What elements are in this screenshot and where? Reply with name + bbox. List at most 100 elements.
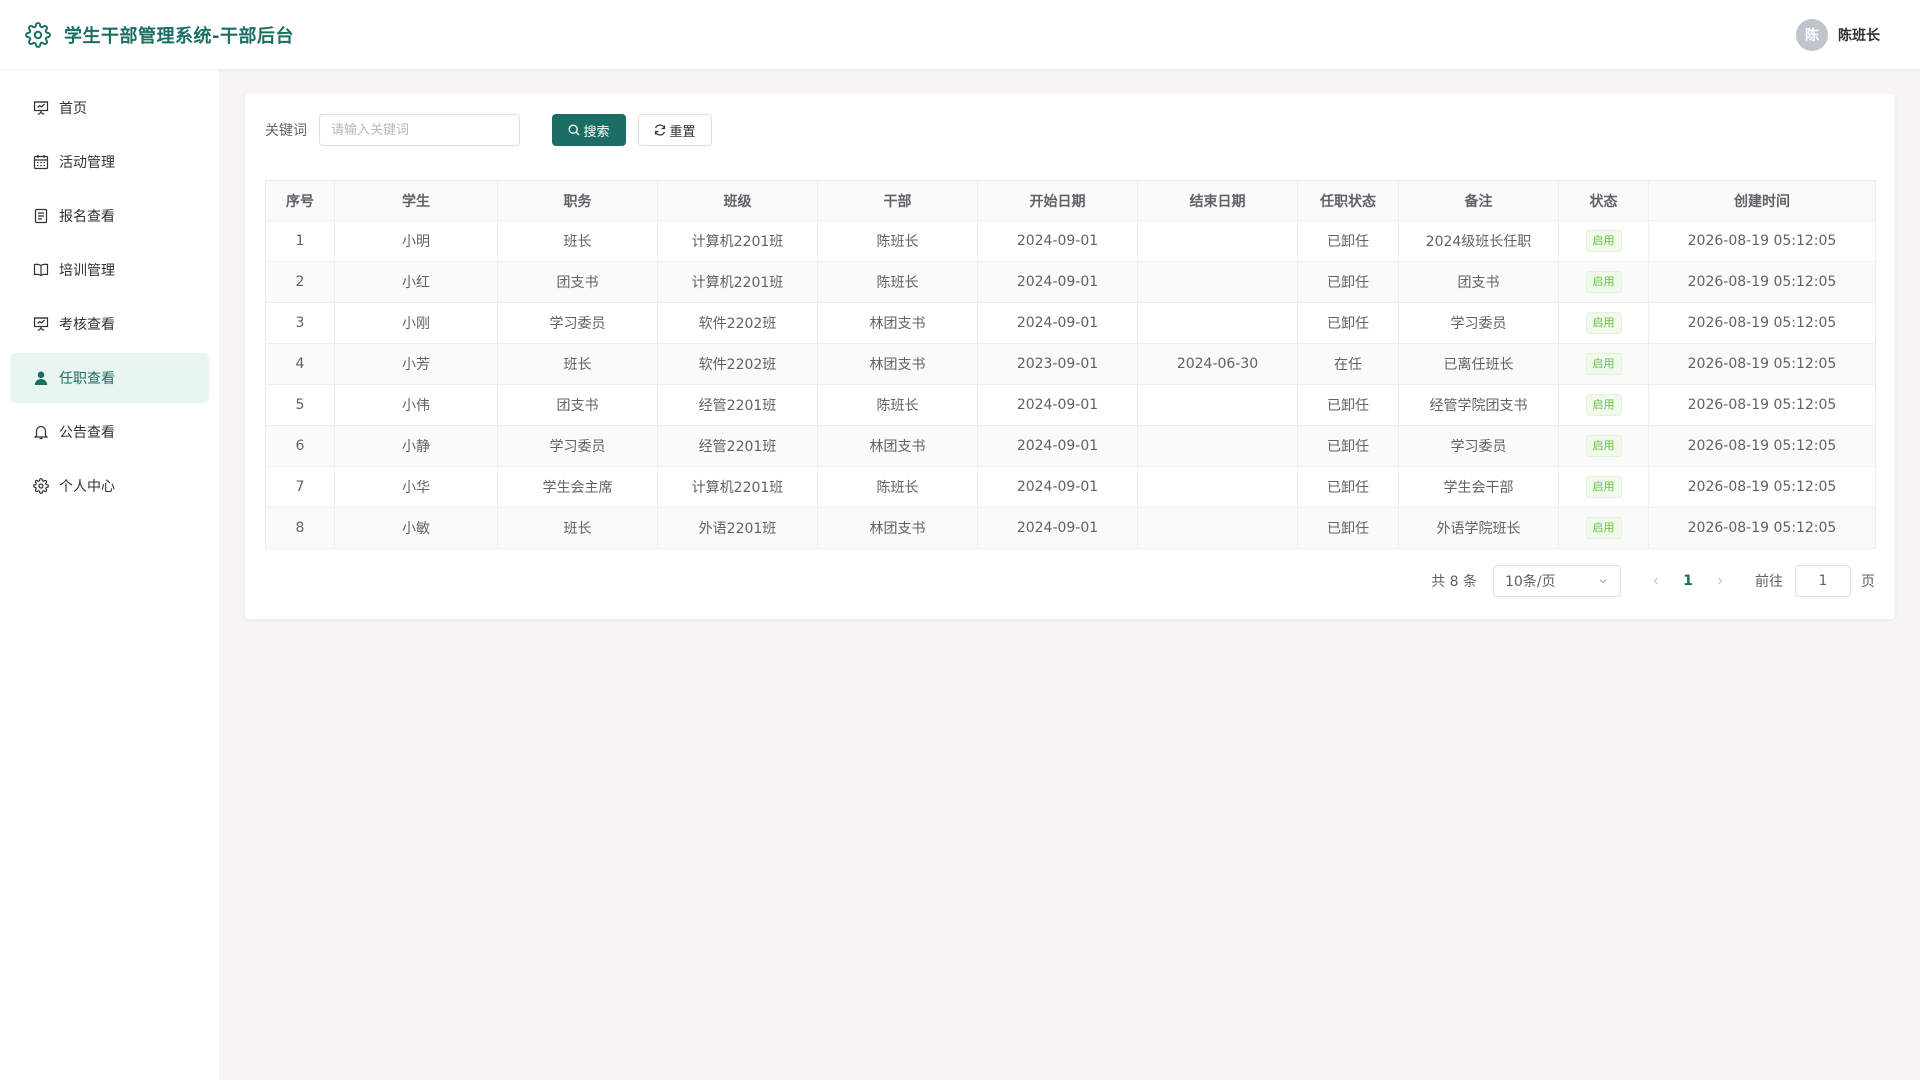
table-cell: 在任	[1297, 343, 1399, 385]
table-cell: 2026-08-19 05:12:05	[1648, 220, 1876, 262]
table-cell: 林团支书	[817, 507, 978, 549]
table-cell: 启用	[1558, 425, 1649, 467]
table-cell: 已卸任	[1297, 220, 1399, 262]
table-cell: 启用	[1558, 302, 1649, 344]
table-cell: 已卸任	[1297, 261, 1399, 303]
table-cell: 小伟	[334, 384, 498, 426]
table-cell: 2023-09-01	[977, 343, 1138, 385]
presentation-icon	[32, 99, 50, 117]
sidebar-item-label: 考核查看	[59, 317, 115, 333]
table-cell: 班长	[497, 343, 658, 385]
table-cell: 学习委员	[497, 425, 658, 467]
table-row[interactable]: 4 小芳 班长 软件2202班 林团支书 2023-09-01 2024-06-…	[265, 343, 1876, 385]
page-size-select[interactable]: 10条/页	[1493, 565, 1621, 597]
column-header: 干部	[817, 180, 978, 221]
book-icon	[32, 261, 50, 279]
table-row[interactable]: 7 小华 学生会主席 计算机2201班 陈班长 2024-09-01 已卸任 学…	[265, 466, 1876, 508]
table-cell: 学习委员	[1398, 425, 1559, 467]
table-cell: 7	[265, 466, 335, 508]
column-header: 开始日期	[977, 180, 1138, 221]
next-page-button[interactable]	[1705, 567, 1735, 595]
table-cell: 团支书	[497, 261, 658, 303]
sidebar-item-announcement[interactable]: 公告查看	[10, 407, 209, 457]
bell-icon	[32, 423, 50, 441]
sidebar-item-training[interactable]: 培训管理	[10, 245, 209, 295]
table-cell: 2026-08-19 05:12:05	[1648, 425, 1876, 467]
column-header: 状态	[1558, 180, 1649, 221]
chevron-down-icon	[1599, 579, 1607, 584]
table-cell: 林团支书	[817, 343, 978, 385]
table-row[interactable]: 2 小红 团支书 计算机2201班 陈班长 2024-09-01 已卸任 团支书…	[265, 261, 1876, 303]
table-cell	[1137, 384, 1298, 426]
table-header-row: 序号 学生 职务 班级 干部 开始日期 结束日期 任职状态 备注 状态 创建时间	[265, 180, 1876, 221]
avatar[interactable]: 陈	[1796, 18, 1828, 51]
table-cell: 外语学院班长	[1398, 507, 1559, 549]
table-cell: 陈班长	[817, 384, 978, 426]
column-header: 班级	[657, 180, 818, 221]
sidebar-item-label: 首页	[59, 101, 87, 117]
presentation-icon	[32, 315, 50, 333]
chevron-left-icon	[1653, 577, 1658, 585]
gear-icon	[32, 477, 50, 495]
sidebar-item-assessment[interactable]: 考核查看	[10, 299, 209, 349]
page-size-value: 10条/页	[1505, 574, 1556, 590]
sidebar-item-home[interactable]: 首页	[10, 83, 209, 133]
table-cell: 陈班长	[817, 220, 978, 262]
status-badge: 启用	[1585, 435, 1622, 457]
goto-page-input[interactable]	[1795, 565, 1851, 597]
search-input[interactable]	[319, 114, 520, 146]
gear-icon	[24, 21, 52, 49]
page-unit-label: 页	[1861, 574, 1875, 590]
table-cell: 已卸任	[1297, 466, 1399, 508]
table-cell: 2	[265, 261, 335, 303]
column-header: 序号	[265, 180, 335, 221]
table-cell: 启用	[1558, 261, 1649, 303]
sidebar: 首页 活动管理 报名查看 培训管理 考核查看 任职查看 公告查看 个人中心	[0, 69, 219, 1080]
table-cell: 计算机2201班	[657, 466, 818, 508]
table-cell: 经管2201班	[657, 425, 818, 467]
column-header: 职务	[497, 180, 658, 221]
column-header: 学生	[334, 180, 498, 221]
status-badge: 启用	[1585, 312, 1622, 334]
table-cell: 2024-09-01	[977, 425, 1138, 467]
user-menu[interactable]: 陈 陈班长	[1796, 18, 1880, 51]
pagination-total: 共 8 条	[1431, 574, 1477, 590]
table-cell: 经管学院团支书	[1398, 384, 1559, 426]
sidebar-item-label: 培训管理	[59, 263, 115, 279]
table-cell: 计算机2201班	[657, 261, 818, 303]
table-cell: 启用	[1558, 507, 1649, 549]
sidebar-item-profile[interactable]: 个人中心	[10, 461, 209, 511]
table-cell: 3	[265, 302, 335, 344]
table-row[interactable]: 8 小敏 班长 外语2201班 林团支书 2024-09-01 已卸任 外语学院…	[265, 507, 1876, 549]
sidebar-item-registration[interactable]: 报名查看	[10, 191, 209, 241]
sidebar-item-label: 个人中心	[59, 479, 115, 495]
main-panel: 关键词 搜索 重置 序号 学生 职务 班级 干部 开始日期 结束日期 任职状态 …	[245, 94, 1895, 619]
search-button[interactable]: 搜索	[552, 114, 626, 146]
search-button-label: 搜索	[583, 124, 610, 140]
table-cell: 启用	[1558, 343, 1649, 385]
table-cell: 学生会主席	[497, 466, 658, 508]
table-cell: 陈班长	[817, 261, 978, 303]
status-badge: 启用	[1585, 353, 1622, 375]
table-cell: 经管2201班	[657, 384, 818, 426]
search-bar: 关键词 搜索 重置	[265, 114, 1875, 146]
table-cell: 启用	[1558, 220, 1649, 262]
prev-page-button[interactable]	[1641, 567, 1671, 595]
table-cell: 小红	[334, 261, 498, 303]
user-name[interactable]: 陈班长	[1838, 25, 1880, 45]
sidebar-item-activity[interactable]: 活动管理	[10, 137, 209, 187]
table-cell: 林团支书	[817, 425, 978, 467]
table-row[interactable]: 3 小刚 学习委员 软件2202班 林团支书 2024-09-01 已卸任 学习…	[265, 302, 1876, 344]
table-cell: 小静	[334, 425, 498, 467]
reset-button[interactable]: 重置	[638, 114, 712, 146]
table-cell: 1	[265, 220, 335, 262]
sidebar-item-appointment[interactable]: 任职查看	[10, 353, 209, 403]
table-row[interactable]: 1 小明 班长 计算机2201班 陈班长 2024-09-01 已卸任 2024…	[265, 220, 1876, 262]
page-number[interactable]: 1	[1671, 567, 1705, 595]
table-row[interactable]: 6 小静 学习委员 经管2201班 林团支书 2024-09-01 已卸任 学习…	[265, 425, 1876, 467]
table-row[interactable]: 5 小伟 团支书 经管2201班 陈班长 2024-09-01 已卸任 经管学院…	[265, 384, 1876, 426]
reset-button-label: 重置	[669, 124, 696, 140]
table-cell	[1137, 425, 1298, 467]
table-cell: 班长	[497, 507, 658, 549]
table-cell: 学生会干部	[1398, 466, 1559, 508]
